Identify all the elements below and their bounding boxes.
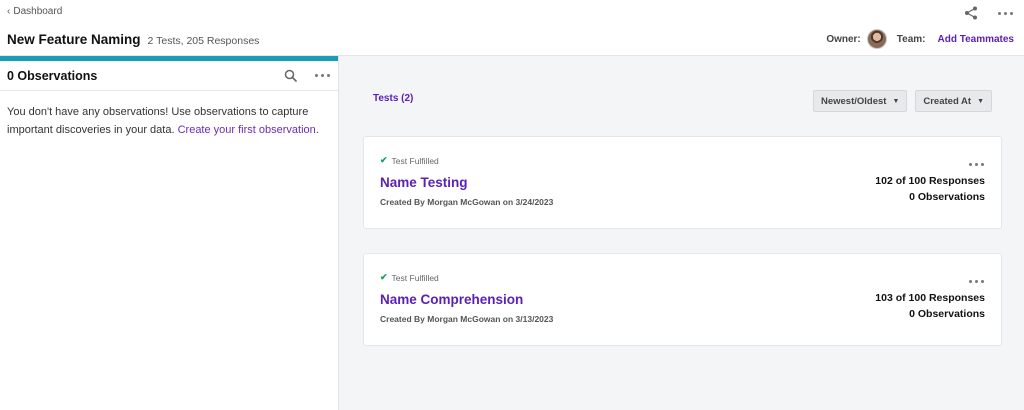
check-icon: ✔: [380, 155, 388, 165]
sort-field-label: Created At: [923, 95, 972, 107]
caret-down-icon: ▼: [977, 97, 984, 105]
tab-tests[interactable]: Tests (2): [373, 93, 413, 104]
team-label: Team:: [896, 33, 926, 45]
test-observations: 0 Observations: [909, 308, 985, 320]
back-link-label: Dashboard: [13, 6, 63, 17]
test-stats: 103 of 100 Responses 0 Observations: [875, 290, 985, 322]
observations-empty-state: You don't have any observations! Use obs…: [0, 91, 338, 151]
test-more-icon[interactable]: [967, 272, 985, 290]
search-icon[interactable]: [281, 67, 299, 85]
chevron-left-icon: ‹: [7, 5, 11, 17]
add-teammates-link[interactable]: Add Teammates: [937, 34, 1014, 45]
share-icon[interactable]: [962, 4, 980, 22]
test-responses: 103 of 100 Responses: [875, 292, 985, 304]
empty-state-suffix: .: [315, 124, 319, 136]
test-stats: 102 of 100 Responses 0 Observations: [875, 173, 985, 205]
owner-team: Owner: Team: Add Teammates: [826, 29, 1014, 49]
test-status-label: Test Fulfilled: [391, 272, 439, 283]
observations-actions: [281, 67, 331, 85]
header-actions: [962, 4, 1014, 22]
test-responses: 102 of 100 Responses: [875, 175, 985, 187]
back-to-dashboard-link[interactable]: ‹ Dashboard: [7, 6, 62, 17]
test-status: ✔ Test Fulfilled: [380, 155, 439, 166]
page-header: ‹ Dashboard New Feature Naming 2 Tests, …: [0, 0, 1024, 56]
owner-avatar[interactable]: [866, 29, 887, 49]
page-title: New Feature Naming: [7, 32, 141, 47]
test-card[interactable]: ✔ Test Fulfilled Name Comprehension Crea…: [363, 253, 1002, 346]
observations-header: 0 Observations: [0, 61, 338, 91]
title-row: New Feature Naming 2 Tests, 205 Response…: [7, 32, 259, 47]
caret-down-icon: ▼: [892, 97, 900, 105]
more-icon[interactable]: [996, 4, 1014, 22]
sort-order-select[interactable]: Newest/Oldest ▼: [812, 90, 908, 112]
create-observation-link[interactable]: Create your first observation: [178, 124, 316, 136]
owner-label: Owner:: [826, 33, 861, 45]
tests-area: Tests (2) Newest/Oldest ▼ Created At ▼ ✔…: [340, 56, 1024, 410]
sort-order-label: Newest/Oldest: [820, 95, 887, 107]
test-meta: Created By Morgan McGowan on 3/24/2023: [380, 197, 554, 207]
observations-panel: 0 Observations You don't have any observ…: [0, 56, 339, 410]
test-observations: 0 Observations: [909, 191, 985, 203]
test-status: ✔ Test Fulfilled: [380, 272, 439, 283]
observations-more-icon[interactable]: [313, 67, 331, 85]
test-card[interactable]: ✔ Test Fulfilled Name Testing Created By…: [363, 136, 1002, 229]
test-status-label: Test Fulfilled: [391, 155, 439, 166]
test-title[interactable]: Name Testing: [380, 175, 468, 190]
page-subtitle: 2 Tests, 205 Responses: [147, 35, 260, 47]
sort-field-select[interactable]: Created At ▼: [915, 90, 992, 112]
test-title[interactable]: Name Comprehension: [380, 292, 523, 307]
test-more-icon[interactable]: [967, 155, 985, 173]
sort-controls: Newest/Oldest ▼ Created At ▼: [812, 90, 992, 112]
observations-title: 0 Observations: [7, 68, 98, 83]
test-meta: Created By Morgan McGowan on 3/13/2023: [380, 314, 554, 324]
check-icon: ✔: [380, 272, 388, 282]
